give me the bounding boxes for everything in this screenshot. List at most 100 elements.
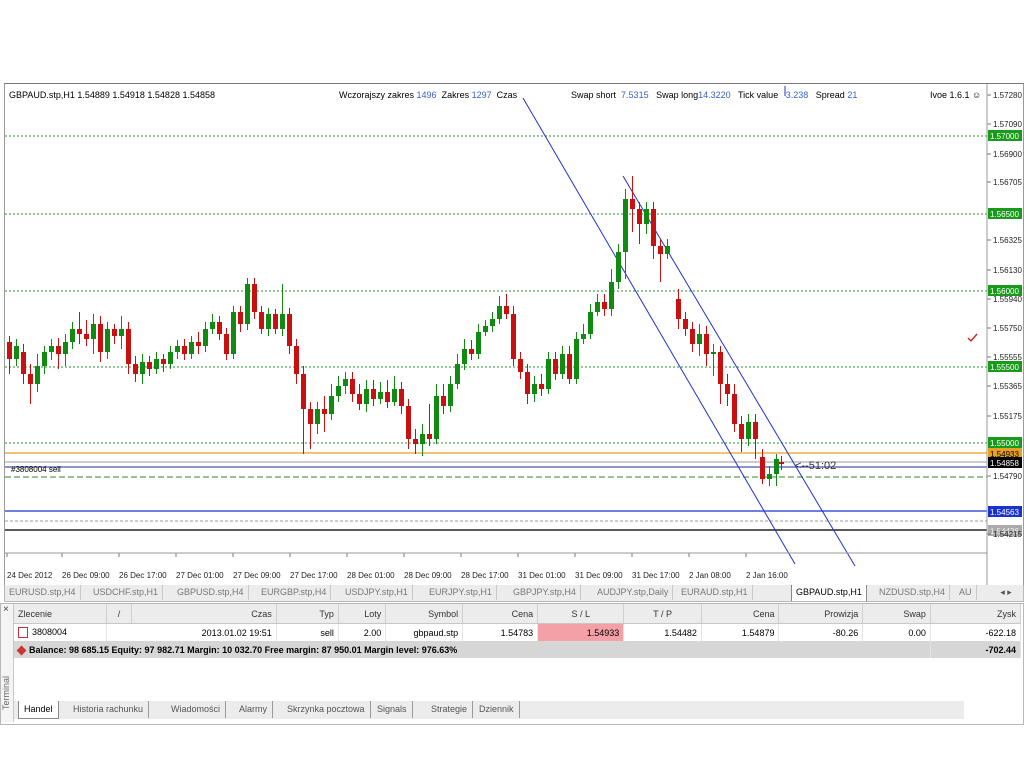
price-tick-label: 1.56705 xyxy=(993,178,1022,187)
order-icon xyxy=(18,627,28,639)
candle-bear xyxy=(224,334,229,354)
candle-bear xyxy=(732,394,737,424)
orders-table: Zlecenie / Czas Typ Loty Symbol Cena S / LT / P… xyxy=(14,604,1022,658)
candle-bear xyxy=(602,302,607,309)
price-chart[interactable]: 1.57000 1.56500 1.56000 1.55500 1.55000 1.549… xyxy=(4,83,1024,587)
price-tick-label: 1.56130 xyxy=(993,266,1022,275)
terminal-tab[interactable]: Alarmy xyxy=(234,701,274,718)
time-tick-label: 27 Dec 09:00 xyxy=(233,571,281,580)
symbol-tab[interactable]: AU xyxy=(955,585,977,600)
candle-bull xyxy=(609,282,614,309)
terminal-tab[interactable]: Skrzynka pocztowa xyxy=(282,701,371,718)
close-icon[interactable]: × xyxy=(3,604,9,615)
time-tick-label: 26 Dec 09:00 xyxy=(62,571,110,580)
candle-bull xyxy=(588,312,593,334)
column-header[interactable]: Symbol xyxy=(385,604,464,624)
symbol-tab[interactable]: GBPJPY.stp,H4 xyxy=(509,585,581,600)
symbol-tab[interactable]: NZDUSD.stp,H4 xyxy=(875,585,951,600)
candle-bear xyxy=(630,199,635,209)
candle-bull xyxy=(665,246,670,254)
candle-bull xyxy=(644,209,649,224)
candle-bull xyxy=(392,389,397,402)
column-header[interactable]: Cena xyxy=(701,604,780,624)
candle-bull xyxy=(210,322,215,329)
column-header[interactable]: Loty xyxy=(338,604,387,624)
column-header[interactable]: Zlecenie xyxy=(14,604,107,624)
candle-bear xyxy=(385,392,390,402)
candle-bull xyxy=(774,459,779,474)
order-price: 1.54783 xyxy=(462,623,539,641)
candle-bear xyxy=(322,409,327,414)
candle-bull xyxy=(49,346,54,352)
terminal-tab[interactable]: Wiadomości xyxy=(166,701,227,718)
candle-bear xyxy=(718,352,723,384)
column-header[interactable]: Zysk xyxy=(930,604,1022,624)
candle-bear xyxy=(441,396,446,406)
order-take-profit[interactable]: 1.54482 xyxy=(623,623,702,641)
table-row[interactable]: 3808004 2013.01.02 19:51 sell 2.00 gbpau… xyxy=(14,623,1022,641)
terminal-tab[interactable]: Strategie xyxy=(426,701,474,718)
terminal-tab[interactable]: Handel xyxy=(18,701,59,719)
candle-bull xyxy=(315,409,320,424)
candle-bear xyxy=(301,374,306,409)
time-tick-label: 27 Dec 01:00 xyxy=(176,571,224,580)
candle-bear xyxy=(112,329,117,336)
order-lots: 2.00 xyxy=(338,623,387,641)
symbol-tab[interactable]: USDJPY.stp,H1 xyxy=(341,585,413,600)
candle-bull xyxy=(364,389,369,404)
column-header[interactable]: / xyxy=(106,604,133,624)
candle-bull xyxy=(189,342,194,354)
column-header[interactable]: Cena xyxy=(462,604,539,624)
symbol-tab[interactable]: EURUSD.stp,H4 xyxy=(5,585,81,600)
tab-scroll-arrows[interactable]: ◂ ▸ xyxy=(989,585,1023,600)
candle-bull xyxy=(245,284,250,324)
candle-bear xyxy=(539,384,544,389)
symbol-tab[interactable]: USDCHF.stp,H1 xyxy=(89,585,164,600)
time-tick-label: 31 Dec 17:00 xyxy=(632,571,680,580)
column-header[interactable]: S / L xyxy=(537,604,625,624)
time-tick-label: 2 Jan 16:00 xyxy=(746,571,788,580)
order-time: 2013.01.02 19:51 xyxy=(106,623,277,641)
terminal-tab[interactable]: Historia rachunku xyxy=(68,701,150,718)
order-stop-loss[interactable]: 1.54933 xyxy=(537,623,625,641)
terminal-tab[interactable]: Signals xyxy=(372,701,413,718)
candle-bull xyxy=(616,252,621,282)
time-tick-label: 26 Dec 17:00 xyxy=(119,571,167,580)
balance-icon xyxy=(16,645,27,656)
symbol-tab[interactable]: GBPAUD.stp,H1 xyxy=(791,585,867,601)
candle-bear xyxy=(77,329,82,334)
symbol-tab[interactable]: EURJPY.stp,H1 xyxy=(425,585,497,600)
chart-canvas[interactable]: 1.570001.565001.560001.555001.550001.549… xyxy=(5,84,1023,586)
column-header[interactable]: Prowizja xyxy=(778,604,864,624)
symbol-tab[interactable]: AUDJPY.stp,Daily xyxy=(593,585,674,600)
price-tick-label: 1.54215 xyxy=(993,530,1022,539)
time-tick-label: 31 Dec 09:00 xyxy=(575,571,623,580)
order-commission: -80.26 xyxy=(778,623,864,641)
candle-bull xyxy=(140,362,145,374)
terminal-tab[interactable]: Dziennik xyxy=(474,701,520,718)
candle-bull xyxy=(14,346,19,359)
time-tick-label: 28 Dec 01:00 xyxy=(347,571,395,580)
symbol-tab[interactable]: GBPUSD.stp,H4 xyxy=(173,585,249,600)
candle-bull xyxy=(462,349,467,364)
candle-bull xyxy=(35,366,40,384)
candle-bear xyxy=(637,209,642,224)
symbol-tab[interactable]: EURAUD.stp,H1 xyxy=(677,585,753,600)
support-price-label: 1.54563 xyxy=(990,508,1019,517)
candle-bear xyxy=(690,329,695,344)
terminal-panel: × Terminal Zlecenie / Czas Typ Loty Symbol Cen… xyxy=(0,603,1024,725)
column-header[interactable]: Typ xyxy=(276,604,339,624)
candle-bull xyxy=(63,342,68,354)
level-price-label: 1.55000 xyxy=(990,439,1019,448)
column-header[interactable]: Czas xyxy=(131,604,277,624)
candle-bear xyxy=(196,342,201,346)
price-tick-label: 1.56325 xyxy=(993,236,1022,245)
candle-bear xyxy=(161,359,166,364)
candle-bear xyxy=(511,314,516,359)
column-header[interactable]: T / P xyxy=(623,604,702,624)
candle-bull xyxy=(336,386,341,396)
column-header[interactable]: Swap xyxy=(862,604,931,624)
price-tick-label: 1.55365 xyxy=(993,382,1022,391)
symbol-tab[interactable]: EURGBP.stp,H4 xyxy=(257,585,332,600)
chart-symbol-info: GBPAUD.stp,H1 1.54889 1.54918 1.54828 1.… xyxy=(9,90,215,100)
